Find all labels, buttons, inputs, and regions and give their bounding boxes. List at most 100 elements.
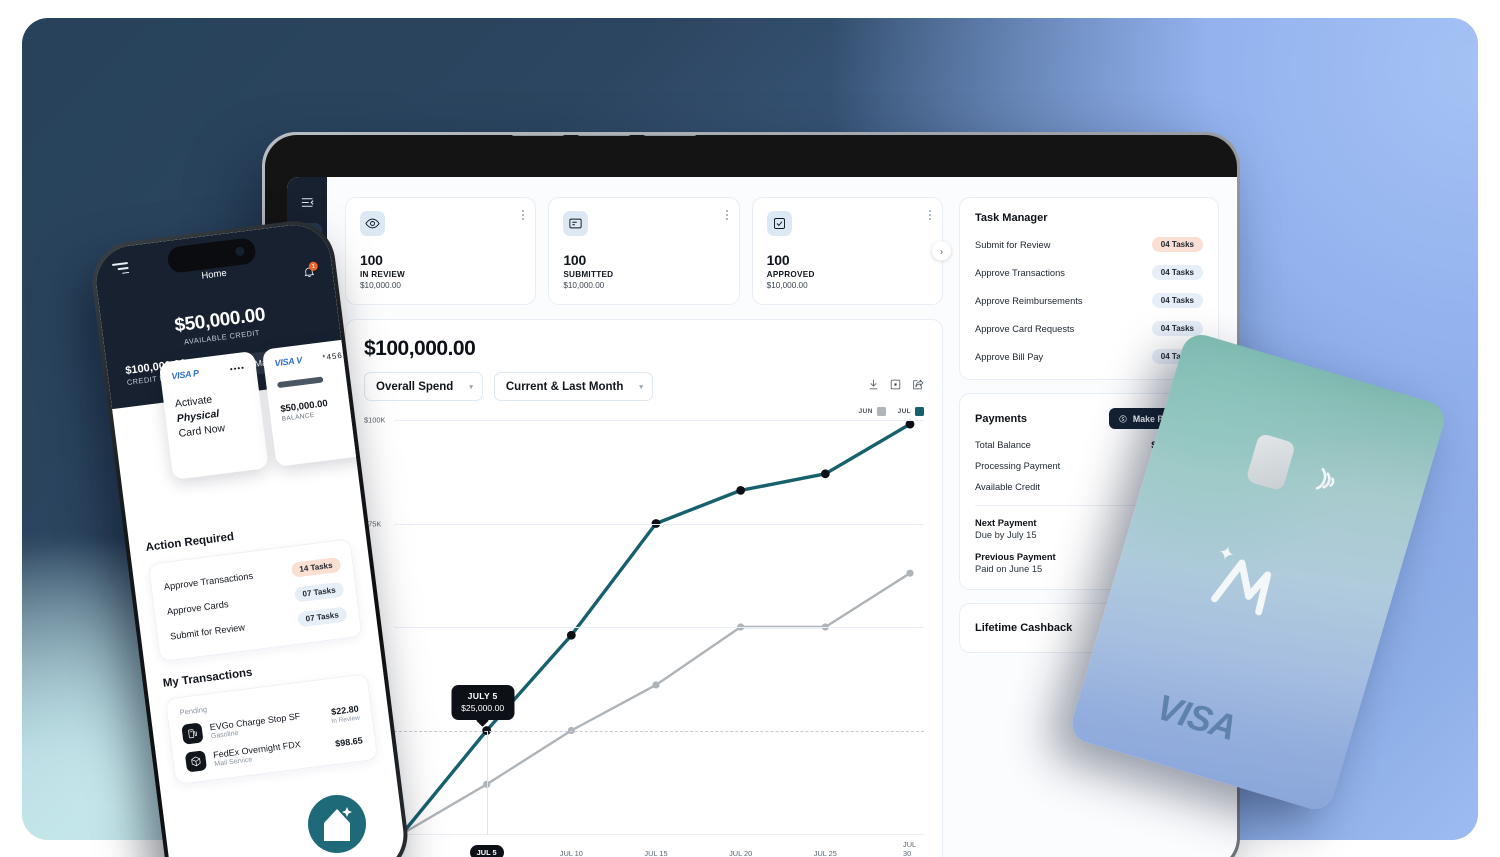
chart-controls: Overall Spend ▾ Current & Last Month ▾ — [364, 372, 924, 401]
task-row[interactable]: Approve Bill Pay 04 Tasks — [975, 349, 1203, 364]
tablet-device: 100 IN REVIEW $10,000.00 100 SUBMITTED $… — [262, 132, 1240, 857]
chart-gridline — [394, 627, 924, 628]
phone-task-badge: 14 Tasks — [290, 556, 342, 578]
stat-label: APPROVED — [766, 270, 815, 279]
chevron-down-icon: ▾ — [639, 383, 643, 391]
tablet-screen: 100 IN REVIEW $10,000.00 100 SUBMITTED $… — [287, 177, 1237, 857]
fullscreen-icon[interactable] — [889, 378, 902, 396]
tablet-button-1 — [511, 135, 565, 136]
stat-count: 100 — [563, 252, 587, 268]
stat-amount: $10,000.00 — [563, 281, 605, 290]
stat-card-submitted[interactable]: 100 SUBMITTED $10,000.00 — [548, 197, 740, 305]
app-content: 100 IN REVIEW $10,000.00 100 SUBMITTED $… — [327, 177, 1237, 857]
previous-payment-title: Previous Payment — [975, 552, 1056, 562]
phone-body: Action Required Approve Transactions 14 T… — [127, 499, 394, 788]
visa-logo: VISA V — [274, 354, 303, 369]
task-label: Approve Reimbursements — [975, 295, 1083, 306]
stat-amount: $10,000.00 — [766, 281, 808, 290]
notification-bell-icon[interactable]: 1 — [302, 261, 319, 280]
visa-logo: VISA — [1152, 685, 1241, 748]
chart-point[interactable] — [566, 630, 576, 640]
chart-point[interactable] — [905, 419, 915, 429]
chip-icon — [1245, 432, 1297, 492]
tablet-button-2 — [577, 135, 631, 136]
chart-gridline — [394, 834, 924, 835]
task-label: Approve Transactions — [975, 267, 1065, 278]
tablet-bezel: 100 IN REVIEW $10,000.00 100 SUBMITTED $… — [265, 135, 1237, 857]
tooltip-value: $25,000.00 — [461, 702, 505, 713]
chart-point[interactable] — [652, 681, 660, 689]
screenshot-root: 100 IN REVIEW $10,000.00 100 SUBMITTED $… — [0, 0, 1500, 857]
task-row[interactable]: Approve Reimbursements 04 Tasks — [975, 293, 1203, 308]
payment-label: Available Credit — [975, 482, 1040, 492]
legend-swatch — [915, 407, 924, 416]
virtual-card-activate[interactable]: VISA P •••• Activate Physical Card Now — [158, 350, 269, 480]
transaction-amount-block: $98.65 — [335, 735, 364, 748]
task-label: Approve Card Requests — [975, 323, 1075, 334]
chart-hover-guide — [486, 730, 488, 834]
spend-line-chart[interactable]: JULY 5 $25,000.00 $0K$25K$50K$75K$100KJU… — [364, 416, 924, 857]
metric-select[interactable]: Overall Spend ▾ — [364, 372, 483, 401]
stat-count: 100 — [766, 252, 790, 268]
phone-task-label: Approve Transactions — [163, 570, 254, 592]
range-select[interactable]: Current & Last Month ▾ — [493, 372, 653, 401]
eye-icon — [360, 211, 385, 236]
legend-item-jul: JUL — [898, 407, 924, 416]
stat-card-menu-icon[interactable] — [725, 210, 728, 220]
camera-lens — [234, 246, 245, 257]
transaction-amount-block: $22.80 In Review — [330, 704, 361, 725]
task-manager-rows: Submit for Review 04 Tasks Approve Transac… — [975, 237, 1203, 364]
chart-gridline — [394, 523, 924, 525]
cta-line-1: Activate — [174, 393, 213, 411]
card-number-mask: *4567 — [321, 349, 349, 362]
spend-chart-card: $100,000.00 Overall Spend ▾ Current & La… — [345, 319, 943, 857]
share-icon[interactable] — [911, 378, 924, 396]
stat-card-menu-icon[interactable] — [522, 210, 525, 220]
notification-count-badge: 1 — [308, 261, 319, 272]
chart-point[interactable] — [736, 485, 746, 495]
stat-card-approved[interactable]: 100 APPROVED $10,000.00 › — [751, 197, 951, 305]
task-row[interactable]: Approve Transactions 04 Tasks — [975, 265, 1203, 280]
card-brand-row: VISA V *4567 — [274, 349, 349, 369]
download-icon[interactable] — [867, 378, 880, 396]
visa-logo: VISA P — [170, 368, 200, 382]
chart-tooltip: JULY 5 $25,000.00 — [451, 684, 515, 720]
x-axis-tick: JUL 15 — [644, 849, 668, 857]
stat-card-menu-icon[interactable] — [928, 210, 931, 220]
chevron-right-icon[interactable]: › — [931, 241, 951, 261]
stat-count: 100 — [360, 252, 383, 268]
task-badge: 04 Tasks — [1151, 265, 1203, 280]
stat-card-in-review[interactable]: 100 IN REVIEW $10,000.00 — [345, 197, 537, 305]
chevron-down-icon: ▾ — [469, 383, 473, 391]
package-icon — [184, 750, 208, 773]
content-main-column: 100 IN REVIEW $10,000.00 100 SUBMITTED $… — [345, 197, 951, 857]
stat-amount: $10,000.00 — [360, 281, 401, 290]
chart-total-amount: $100,000.00 — [364, 337, 476, 360]
chart-gridline — [394, 420, 924, 421]
action-required-list: Approve Transactions 14 Tasks Approve Card… — [147, 538, 363, 663]
contactless-icon — [1307, 460, 1349, 502]
task-row[interactable]: Submit for Review 04 Tasks — [975, 237, 1203, 252]
task-row[interactable]: Approve Card Requests 04 Tasks — [975, 321, 1203, 336]
task-label: Approve Bill Pay — [975, 351, 1044, 362]
payments-title: Payments — [975, 412, 1027, 425]
task-badge: 04 Tasks — [1151, 293, 1203, 308]
tooltip-date: JULY 5 — [467, 690, 498, 701]
chart-point[interactable] — [820, 469, 830, 479]
stat-card-row: 100 IN REVIEW $10,000.00 100 SUBMITTED $… — [345, 197, 951, 305]
collapse-menu-icon[interactable] — [292, 187, 322, 217]
activate-card-cta: Activate Physical Card Now — [174, 388, 253, 442]
fuel-pump-icon — [181, 722, 204, 745]
next-payment-title: Next Payment — [975, 518, 1037, 528]
transactions-list: Pending EVGo Charge Stop SF Gasoline $22… — [164, 673, 379, 786]
hamburger-menu-icon[interactable] — [111, 261, 130, 275]
chart-point[interactable] — [906, 569, 914, 577]
task-manager-title: Task Manager — [975, 212, 1048, 224]
transaction-amount: $98.65 — [334, 735, 364, 749]
phone-task-label: Approve Cards — [166, 598, 230, 617]
x-axis-tick: JUL 5 — [469, 845, 504, 857]
legend-label: JUN — [858, 408, 873, 415]
stat-label: IN REVIEW — [360, 270, 406, 279]
next-payment-sub: Due by July 15 — [975, 530, 1037, 540]
legend-label: JUL — [897, 408, 911, 415]
